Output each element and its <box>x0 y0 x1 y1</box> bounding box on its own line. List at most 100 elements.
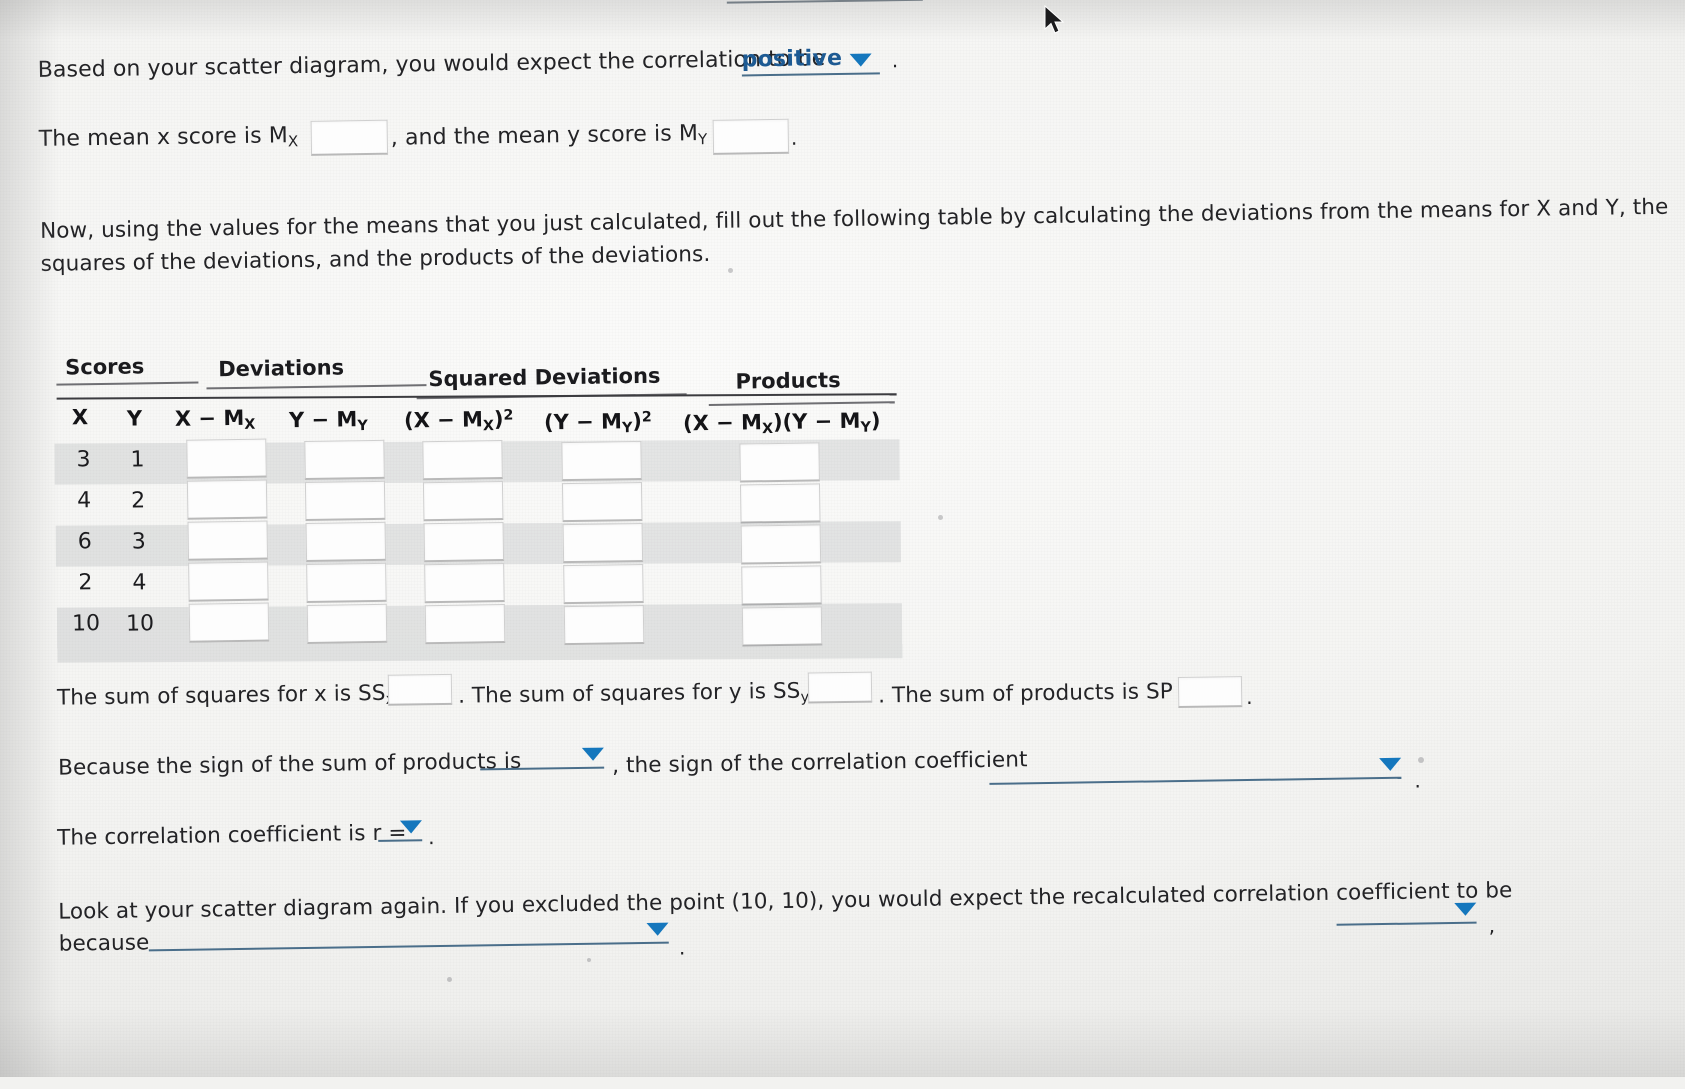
sign-sentence-part-1: Because the sign of the sum of products … <box>58 747 522 783</box>
input-sq-dev-y[interactable] <box>562 522 644 564</box>
worksheet-content: Based on your scatter diagram, you would… <box>0 0 1685 1089</box>
deviations-table: Scores Deviations Squared Deviations Pro… <box>48 335 908 663</box>
mean-x-subscript: X <box>287 132 299 151</box>
mean-x-text: The mean x score is M <box>38 123 289 152</box>
group-header-deviations: Deviations <box>218 355 344 381</box>
input-dev-x[interactable] <box>188 561 269 602</box>
input-sq-dev-x[interactable] <box>422 481 504 522</box>
cell-x: 3 <box>61 447 105 473</box>
sign-sentence-period-label: . <box>1414 768 1422 793</box>
exclude-sentence-period-label: . <box>678 935 686 960</box>
cell-y: 4 <box>117 570 161 596</box>
r-period: . <box>428 824 435 851</box>
ss-y-text: . The sum of squares for y is SS <box>457 678 801 709</box>
input-sq-dev-y[interactable] <box>561 440 642 482</box>
cell-y: 3 <box>117 529 161 555</box>
table-header-rule <box>56 393 897 400</box>
top-cutoff-rule <box>726 0 923 4</box>
mean-y-text: , and the mean y score is M <box>390 121 699 151</box>
input-sq-dev-y[interactable] <box>561 481 643 523</box>
ss-y-input[interactable] <box>807 671 873 704</box>
input-sq-dev-x[interactable] <box>424 563 505 604</box>
q1-text-label: Based on your scatter diagram, you would… <box>37 46 826 83</box>
input-dev-x[interactable] <box>186 479 268 520</box>
group-rule-products <box>708 401 895 406</box>
sign-sentence-part-1-label: Because the sign of the sum of products … <box>57 748 522 781</box>
input-dev-y[interactable] <box>304 480 386 521</box>
ss-y-label: . The sum of squares for y is SSy = <box>458 676 835 712</box>
input-sq-dev-x[interactable] <box>422 440 503 481</box>
input-dev-y[interactable] <box>305 521 387 562</box>
input-dev-x[interactable] <box>187 520 269 561</box>
cell-y: 10 <box>114 611 166 637</box>
mean-y-input[interactable] <box>712 118 790 155</box>
r-label-text: The correlation coefficient is r = <box>56 820 407 851</box>
col-header-y: Y <box>127 406 143 430</box>
input-product[interactable] <box>739 483 821 524</box>
input-dev-x[interactable] <box>188 602 270 643</box>
cell-x-label: 3 <box>76 447 91 473</box>
input-product[interactable] <box>741 565 822 606</box>
sp-input[interactable] <box>1177 676 1243 709</box>
ss-x-text: The sum of squares for x is SS <box>56 680 386 711</box>
cell-y-label: 4 <box>132 570 147 596</box>
input-sq-dev-y[interactable] <box>563 563 644 605</box>
mean-x-input[interactable] <box>310 119 389 156</box>
recalculated-r-dropdown[interactable] <box>1336 902 1477 926</box>
col-header-x: X <box>72 405 89 429</box>
input-sq-dev-x[interactable] <box>423 522 505 563</box>
sign-sentence-part-2-label: , the sign of the correlation coefficien… <box>611 747 1028 779</box>
mean-x-label: The mean x score is MX = <box>39 121 331 156</box>
cell-y-label: 1 <box>130 447 145 473</box>
sp-label: . The sum of products is SP = <box>878 677 1198 711</box>
ss-x-label: The sum of squares for x is SSx = <box>57 678 420 714</box>
cell-x: 4 <box>62 488 106 514</box>
input-dev-y[interactable] <box>304 439 385 480</box>
group-header-scores: Scores <box>65 354 144 379</box>
exclude-sentence-comma-label: , <box>1488 913 1496 938</box>
correlation-sign-dropdown[interactable]: positive <box>741 45 880 77</box>
table-bottom-band <box>57 644 903 663</box>
q1-text: Based on your scatter diagram, you would… <box>38 44 826 85</box>
sum-of-products-sign-dropdown[interactable] <box>479 747 605 771</box>
chevron-down-icon <box>581 747 605 761</box>
ss-x-input[interactable] <box>387 673 453 706</box>
cell-y-label: 3 <box>131 529 146 555</box>
input-dev-y[interactable] <box>306 562 387 603</box>
exclude-reason-dropdown[interactable] <box>148 922 669 952</box>
r-period-label: . <box>428 825 435 850</box>
cell-y: 2 <box>116 488 160 514</box>
group-header-squared-deviations-label: Squared Deviations <box>428 363 661 392</box>
mean-y-label: , and the mean y score is MY = <box>391 118 741 154</box>
sign-sentence-part-2: , the sign of the correlation coefficien… <box>612 745 1028 780</box>
exclude-sentence-line-1-label: Look at your scatter diagram again. If y… <box>58 878 1513 925</box>
input-product[interactable] <box>740 524 822 565</box>
col-header-sq-dev-y: (Y − MY)2 <box>543 408 652 437</box>
sign-sentence-period: . <box>1414 767 1421 794</box>
instructions-line-1-label: Now, using the values for the means that… <box>39 194 1669 244</box>
correlation-sign-result-dropdown[interactable] <box>989 757 1402 785</box>
instructions-line-2: squares of the deviations, and the produ… <box>40 240 710 279</box>
cell-x: 2 <box>63 570 107 596</box>
input-sq-dev-y[interactable] <box>563 604 645 646</box>
input-dev-x[interactable] <box>186 438 267 479</box>
group-header-squared-deviations: Squared Deviations <box>428 364 660 391</box>
col-header-x-label: X <box>71 405 89 430</box>
exclude-because-text: because <box>58 930 150 957</box>
cell-x: 10 <box>60 611 112 637</box>
input-dev-y[interactable] <box>306 603 388 644</box>
cell-y-label: 2 <box>130 488 146 514</box>
input-sq-dev-x[interactable] <box>424 604 506 645</box>
exclude-sentence-line-1: Look at your scatter diagram again. If y… <box>58 876 1513 927</box>
mean-period: . <box>791 125 798 152</box>
instructions-line-1: Now, using the values for the means that… <box>40 193 1669 246</box>
correlation-sign-dropdown-value: positive <box>741 45 843 73</box>
r-value-dropdown[interactable] <box>377 820 423 842</box>
input-product[interactable] <box>741 606 823 647</box>
group-header-products-label: Products <box>735 368 841 394</box>
r-label: The correlation coefficient is r = <box>57 819 407 853</box>
input-product[interactable] <box>739 442 820 483</box>
group-rule-deviations <box>206 384 427 390</box>
cell-x-label: 2 <box>78 570 93 596</box>
chevron-down-icon <box>850 53 873 67</box>
